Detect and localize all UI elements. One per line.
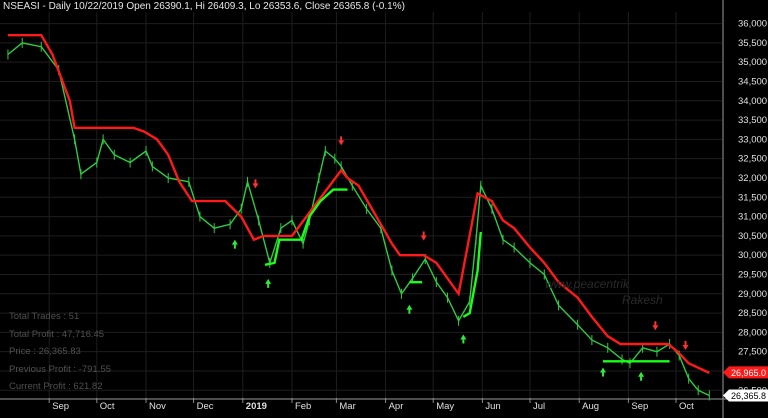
- x-tick-label: Jun: [485, 401, 500, 412]
- x-tick-label: Dec: [197, 401, 214, 412]
- last-value-label: 26,365.8: [731, 391, 766, 401]
- y-tick-label: 33,500: [738, 115, 767, 126]
- y-tick-label: 35,000: [738, 57, 767, 68]
- stat-previous-profit: Previous Profit : -791.55: [9, 363, 111, 375]
- x-tick-label: 2019: [246, 401, 267, 412]
- y-tick-label: 31,000: [738, 212, 767, 223]
- y-tick-label: 34,500: [738, 76, 767, 87]
- x-tick-label: Nov: [149, 401, 166, 412]
- y-tick-label: 35,500: [738, 38, 767, 49]
- y-tick-label: 36,000: [738, 19, 767, 30]
- x-tick-label: Apr: [389, 401, 404, 412]
- x-tick-label: Mar: [339, 401, 355, 412]
- x-tick-label: Sep: [52, 401, 69, 412]
- y-tick-label: 28,500: [738, 308, 767, 319]
- watermark-line2: Rakesh: [622, 293, 663, 307]
- x-tick-label: Aug: [582, 401, 599, 412]
- y-tick-label: 34,000: [738, 96, 767, 107]
- chart-title: NSEASI - Daily 10/22/2019 Open 26390.1, …: [3, 1, 405, 12]
- watermark-line1: www.peacentrik: [545, 277, 630, 291]
- x-tick-label: Sep: [631, 401, 648, 412]
- last-value-label: 26,965.0: [731, 368, 766, 378]
- y-tick-label: 32,000: [738, 173, 767, 184]
- y-tick-label: 29,000: [738, 289, 767, 300]
- x-tick-label: May: [436, 401, 454, 412]
- stats-panel: Total Trades : 51 Total Profit : 47,716.…: [9, 308, 111, 396]
- x-tick-label: Jul: [533, 401, 545, 412]
- stat-total-profit: Total Profit : 47,716.45: [9, 328, 105, 340]
- y-tick-label: 33,000: [738, 134, 767, 145]
- stat-current-profit: Current Profit : 621.82: [9, 381, 103, 392]
- stat-total-trades: Total Trades : 51: [9, 311, 80, 322]
- price-chart[interactable]: 26,50027,00027,50028,00028,50029,00029,5…: [0, 0, 768, 418]
- x-tick-label: Oct: [679, 401, 694, 412]
- y-tick-label: 28,000: [738, 327, 767, 338]
- y-tick-label: 31,500: [738, 192, 767, 203]
- x-tick-label: Feb: [295, 401, 311, 412]
- y-tick-label: 30,000: [738, 250, 767, 261]
- y-tick-label: 29,500: [738, 269, 767, 280]
- y-tick-label: 30,500: [738, 231, 767, 242]
- y-tick-label: 27,500: [738, 347, 767, 358]
- stat-price: Price : 26,365.83: [9, 346, 81, 357]
- y-tick-label: 32,500: [738, 154, 767, 165]
- x-tick-label: Oct: [100, 401, 115, 412]
- chart-background: [0, 0, 768, 418]
